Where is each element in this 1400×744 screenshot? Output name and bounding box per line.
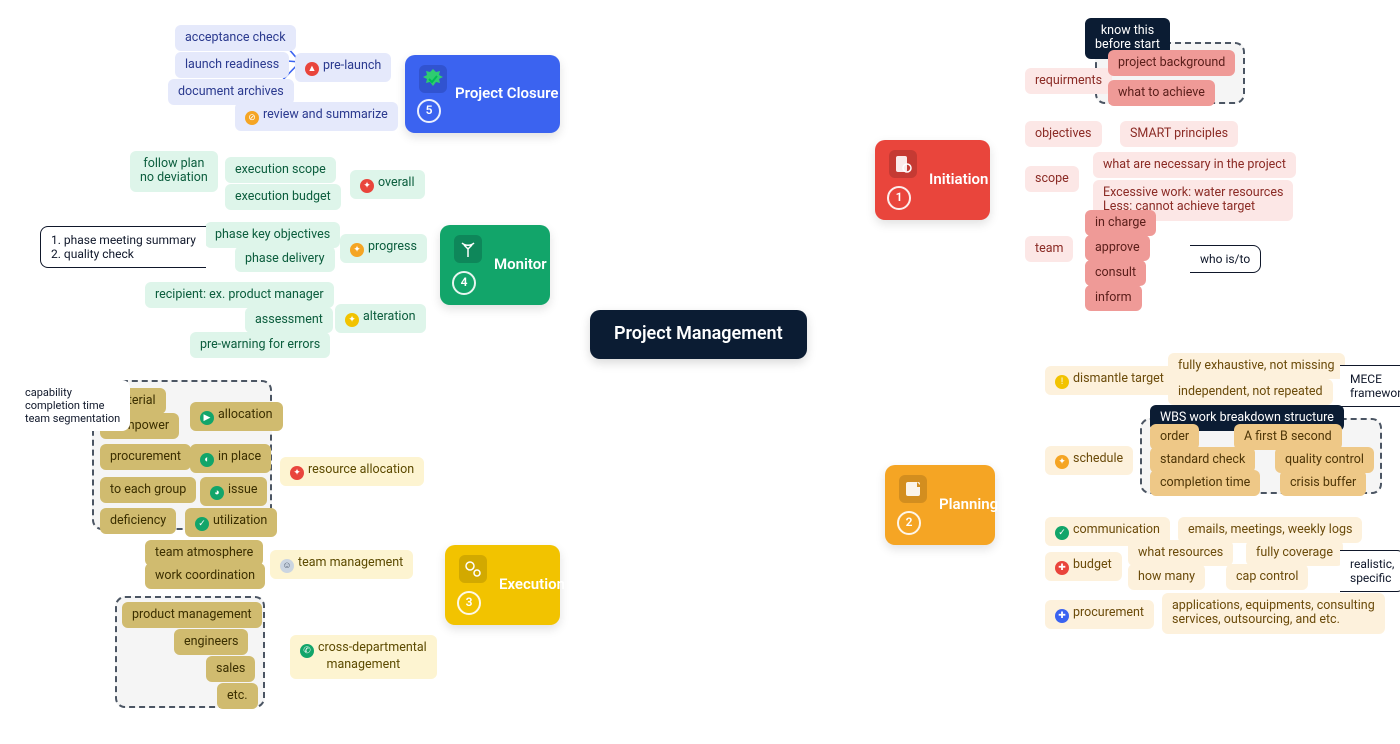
node-alteration[interactable]: ✦alteration [335,304,426,333]
document-icon [889,150,917,178]
check-icon: ✓ [195,517,209,531]
node-resource-allocation[interactable]: ✦resource allocation [280,457,424,486]
node-issue[interactable]: ◕issue [200,477,267,506]
leaf-etc[interactable]: etc. [217,683,258,709]
leaf-budget-what[interactable]: what resources [1128,540,1233,566]
leaf-consult[interactable]: consult [1085,260,1146,286]
priority-icon: ✦ [1055,455,1069,469]
node-budget[interactable]: ✚budget [1045,552,1122,581]
leaf-assessment[interactable]: assessment [245,307,333,333]
note-icon [899,475,927,503]
leaf-project-background[interactable]: project background [1108,50,1235,76]
node-allocation[interactable]: ▶allocation [190,402,283,431]
phase-number: 2 [897,511,921,535]
node-cross-dept[interactable]: ✆cross-departmental management [290,635,437,679]
leaf-deficiency[interactable]: deficiency [100,508,176,534]
node-utilization[interactable]: ✓utilization [185,508,277,537]
play-icon: ▶ [200,411,214,425]
node-schedule[interactable]: ✦schedule [1045,446,1133,475]
annotation-realistic: realistic, specific [1340,550,1400,592]
phase-label: Project Closure [455,85,558,102]
leaf-scope-necessary[interactable]: what are necessary in the project [1093,152,1296,178]
priority-icon: ✚ [1055,609,1069,623]
leaf-product-management[interactable]: product management [122,602,262,628]
leaf-budget-how-v[interactable]: cap control [1226,564,1308,590]
node-team[interactable]: team [1025,236,1073,262]
phase-planning[interactable]: 2 Planning [885,465,995,545]
node-scope[interactable]: scope [1025,166,1079,192]
leaf-phase-delivery[interactable]: phase delivery [235,246,335,272]
gears-icon [459,555,487,583]
phase-label: Planning [939,496,998,513]
leaf-sales[interactable]: sales [206,656,255,682]
priority-icon: ✚ [1055,561,1069,575]
phase-closure[interactable]: 5 Project Closure [405,55,560,133]
leaf-in-charge[interactable]: in charge [1085,210,1156,236]
phase-label: Initiation [929,171,988,188]
flame-icon: ▲ [305,62,319,76]
node-in-place[interactable]: ◐in place [190,444,271,473]
node-objectives[interactable]: objectives [1025,121,1102,147]
annotation-follow-plan: follow plan no deviation [130,151,218,192]
annotation-progress: 1. phase meeting summary 2. quality chec… [40,226,206,268]
phase-number: 4 [452,271,476,295]
priority-icon: ✦ [350,243,364,257]
leaf-completion-time[interactable]: completion time [1150,470,1260,496]
leaf-approve[interactable]: approve [1085,235,1150,261]
priority-icon: ✦ [290,466,304,480]
priority-icon: ✦ [360,179,374,193]
phase-number: 1 [887,186,911,210]
phase-number: 5 [417,99,441,123]
mindmap-canvas: { "center": "Project Management", "phase… [0,0,1400,744]
annotation-capability: capability completion time team segmenta… [15,380,130,431]
leaf-execution-scope[interactable]: execution scope [225,157,336,183]
leaf-launch-readiness[interactable]: launch readiness [175,52,289,78]
person-icon: ☺ [280,559,294,573]
leaf-recipient[interactable]: recipient: ex. product manager [145,282,334,308]
leaf-acceptance-check[interactable]: acceptance check [175,25,296,51]
center-topic[interactable]: Project Management [590,310,807,359]
leaf-budget-how[interactable]: how many [1128,564,1205,590]
slash-icon: ⊘ [245,111,259,125]
leaf-independent[interactable]: independent, not repeated [1168,379,1333,405]
antenna-icon [454,235,482,263]
leaf-engineers[interactable]: engineers [174,629,248,655]
leaf-inform[interactable]: inform [1085,285,1142,311]
check-icon: ✓ [1055,526,1069,540]
node-team-management[interactable]: ☺team management [270,550,413,579]
leaf-to-each-group[interactable]: to each group [100,477,196,503]
node-requirements[interactable]: requirments [1025,68,1112,94]
check-badge-icon [419,65,447,93]
leaf-procurement-v[interactable]: applications, equipments, consulting ser… [1162,593,1385,634]
annotation-who-is-to: who is/to [1190,245,1261,273]
leaf-fully-exhaustive[interactable]: fully exhaustive, not missing [1168,353,1345,379]
leaf-smart-principles[interactable]: SMART principles [1120,121,1238,147]
node-procurement[interactable]: ✚procurement [1045,600,1154,629]
leaf-pre-warning[interactable]: pre-warning for errors [190,332,330,358]
phase-number: 3 [457,591,481,615]
leaf-budget-what-v[interactable]: fully coverage [1246,540,1343,566]
node-dismantle-target[interactable]: !dismantle target [1045,366,1174,395]
leaf-execution-budget[interactable]: execution budget [225,184,341,210]
phase-label: Execution [499,576,565,593]
leaf-work-coordination[interactable]: work coordination [145,563,265,589]
leaf-in-place-procurement[interactable]: procurement [100,444,191,470]
phase-monitor[interactable]: 4 Monitor [440,225,550,305]
phase-execution[interactable]: 3 Execution [445,545,560,625]
node-review-summarize[interactable]: ⊘review and summarize [235,102,398,131]
phase-label: Monitor [494,256,547,273]
progress-icon: ◕ [210,486,224,500]
phone-icon: ✆ [300,644,314,658]
leaf-phase-key-objectives[interactable]: phase key objectives [205,222,340,248]
annotation-mece: MECE framework [1340,365,1400,407]
leaf-crisis-buffer[interactable]: crisis buffer [1280,470,1366,496]
node-progress[interactable]: ✦progress [340,234,427,263]
priority-icon: ✦ [345,313,359,327]
node-pre-launch[interactable]: ▲pre-launch [295,53,391,82]
node-overall[interactable]: ✦overall [350,170,425,199]
progress-icon: ◐ [200,453,214,467]
phase-initiation[interactable]: 1 Initiation [875,140,990,220]
priority-icon: ! [1055,375,1069,389]
leaf-what-to-achieve[interactable]: what to achieve [1108,80,1215,106]
